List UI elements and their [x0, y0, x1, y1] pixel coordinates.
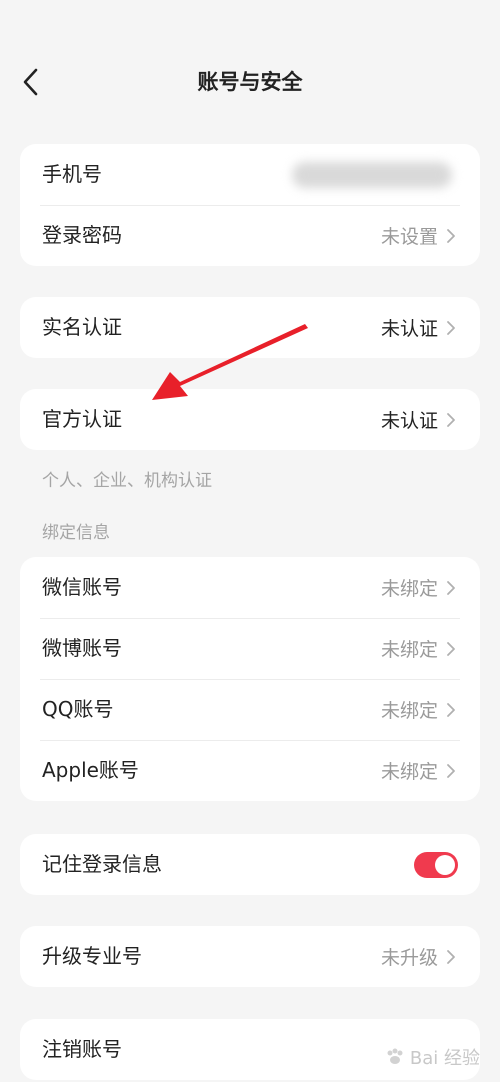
chevron-right-icon	[447, 641, 455, 656]
official-note: 个人、企业、机构认证	[42, 471, 212, 491]
phone-row[interactable]: 手机号	[20, 144, 480, 205]
binding-row-qq[interactable]: QQ账号 未绑定	[20, 679, 480, 740]
remember-card: 记住登录信息	[20, 834, 480, 895]
binding-row-apple[interactable]: Apple账号 未绑定	[20, 740, 480, 801]
account-card: 手机号 登录密码 未设置	[20, 144, 480, 266]
upgrade-row[interactable]: 升级专业号 未升级	[20, 926, 480, 987]
real-name-label: 实名认证	[42, 315, 122, 339]
chevron-right-icon	[447, 580, 455, 595]
upgrade-label: 升级专业号	[42, 944, 142, 968]
chevron-right-icon	[447, 763, 455, 778]
watermark-text: Bai 经验	[409, 1048, 480, 1069]
binding-row-weibo[interactable]: 微博账号 未绑定	[20, 618, 480, 679]
remember-row: 记住登录信息	[20, 834, 480, 895]
cancel-account-label: 注销账号	[42, 1037, 122, 1061]
binding-value: 未绑定	[380, 639, 438, 661]
annotation-arrow-icon	[152, 324, 308, 400]
real-name-value: 未认证	[380, 318, 438, 340]
remember-toggle[interactable]	[414, 851, 458, 878]
binding-value: 未绑定	[380, 761, 438, 783]
chevron-right-icon	[447, 228, 455, 243]
official-value: 未认证	[380, 410, 438, 432]
page-title: 账号与安全	[197, 70, 303, 94]
binding-label: 微博账号	[42, 636, 122, 660]
binding-value: 未绑定	[380, 578, 438, 600]
official-label: 官方认证	[42, 407, 122, 431]
binding-card: 微信账号 未绑定 微博账号 未绑定 QQ账号 未绑定 Apple账号 未绑定	[20, 557, 480, 801]
binding-label: 微信账号	[42, 575, 122, 599]
paw-icon	[387, 1048, 403, 1064]
binding-row-wechat[interactable]: 微信账号 未绑定	[20, 557, 480, 618]
chevron-right-icon	[447, 412, 455, 427]
upgrade-card: 升级专业号 未升级	[20, 926, 480, 987]
password-row[interactable]: 登录密码 未设置	[20, 205, 480, 266]
chevron-right-icon	[447, 702, 455, 717]
password-label: 登录密码	[42, 223, 122, 247]
top-bar: 账号与安全	[0, 52, 500, 112]
binding-label: QQ账号	[42, 697, 114, 721]
password-value: 未设置	[380, 226, 438, 248]
binding-section-title: 绑定信息	[42, 523, 110, 543]
upgrade-value: 未升级	[380, 947, 438, 969]
toggle-knob	[435, 854, 455, 875]
chevron-right-icon	[447, 320, 455, 335]
phone-number-blurred	[292, 161, 452, 188]
remember-label: 记住登录信息	[42, 852, 162, 876]
binding-value: 未绑定	[380, 700, 438, 722]
phone-label: 手机号	[42, 162, 102, 186]
watermark: Bai 经验	[384, 1044, 480, 1070]
binding-label: Apple账号	[42, 758, 139, 782]
chevron-right-icon	[447, 949, 455, 964]
